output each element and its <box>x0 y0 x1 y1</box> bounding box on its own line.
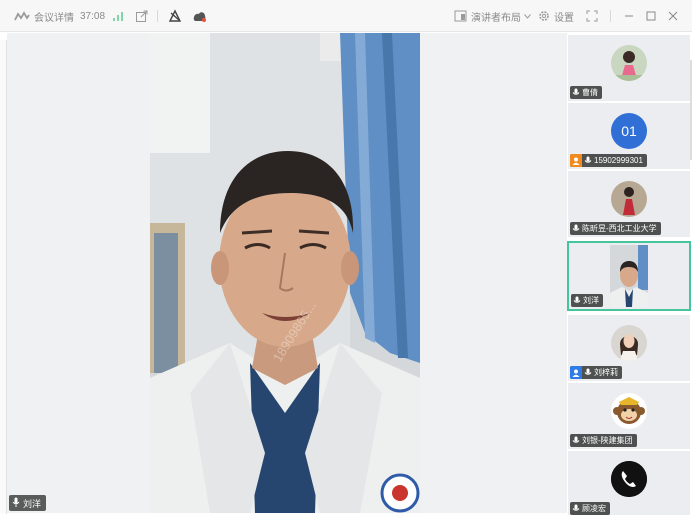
participant-avatar <box>611 393 647 429</box>
participant-panel: 曹倩 01 15902999301 陈昕昱-西北工业大学 刘洋 刘梓莉 刘银-陕… <box>567 33 692 515</box>
participant-label: 顾凌宏 <box>570 502 610 515</box>
participant-label: 曹倩 <box>570 86 602 99</box>
main-stage: 18909865... 刘洋 <box>7 33 567 513</box>
mic-muted-icon <box>570 222 582 235</box>
participant-tile[interactable]: 刘梓莉 <box>568 315 690 381</box>
left-edge-panel <box>0 40 7 514</box>
cohost-badge-icon <box>570 366 582 379</box>
participant-video-thumb <box>610 245 648 307</box>
participant-label: 15902999301 <box>570 154 647 167</box>
layout-selector[interactable]: 演讲者布局 <box>454 0 531 32</box>
phone-icon <box>611 461 647 497</box>
share-out-icon[interactable] <box>135 0 148 32</box>
participant-tile[interactable]: 陈昕昱-西北工业大学 <box>568 171 690 237</box>
close-icon[interactable] <box>668 0 678 32</box>
participant-tile-active[interactable]: 刘洋 <box>567 241 691 311</box>
fullscreen-icon[interactable] <box>586 0 598 32</box>
meeting-info-button[interactable]: 会议详情 <box>14 0 74 32</box>
mic-muted-icon <box>570 86 582 99</box>
maximize-icon[interactable] <box>646 0 656 32</box>
main-speaker-name: 刘洋 <box>23 498 42 509</box>
layout-icon <box>454 10 467 22</box>
participant-label: 刘银-陕建集团 <box>570 434 637 447</box>
chevron-down-icon <box>524 13 531 19</box>
mic-muted-icon <box>582 154 594 167</box>
network-signal-icon[interactable] <box>112 0 124 32</box>
participant-label: 陈昕昱-西北工业大学 <box>570 222 661 235</box>
participant-avatar <box>611 181 647 217</box>
participant-tile[interactable]: 曹倩 <box>568 35 690 101</box>
virtual-background-icon[interactable] <box>192 0 207 32</box>
beauty-filter-icon[interactable] <box>168 0 182 32</box>
mic-muted-icon <box>570 502 582 515</box>
mic-muted-icon <box>570 434 582 447</box>
signal-logo-icon <box>14 11 30 21</box>
participant-avatar <box>611 461 647 497</box>
main-speaker-name-tag: 刘洋 <box>9 495 47 511</box>
mic-icon <box>12 497 20 509</box>
participant-tile[interactable]: 顾凌宏 <box>568 451 690 515</box>
settings-button[interactable]: 设置 <box>538 0 574 32</box>
main-video-feed[interactable]: 18909865... <box>150 33 420 513</box>
meeting-timer: 37:08 <box>80 10 106 22</box>
gear-icon <box>538 10 550 22</box>
meeting-info-label: 会议详情 <box>34 12 74 24</box>
participant-avatar <box>611 45 647 81</box>
minimize-icon[interactable] <box>624 0 634 32</box>
participant-label: 刘洋 <box>571 294 603 307</box>
layout-label: 演讲者布局 <box>471 12 521 24</box>
speaker-video-frame: 18909865... <box>150 33 420 513</box>
settings-label: 设置 <box>554 12 574 24</box>
top-toolbar: 会议详情 37:08 演讲者布局 设置 <box>0 0 692 32</box>
host-badge-icon <box>570 154 582 167</box>
participant-tile[interactable]: 01 15902999301 <box>568 103 690 169</box>
participant-label: 刘梓莉 <box>570 366 622 379</box>
participant-tile[interactable]: 刘银-陕建集团 <box>568 383 690 449</box>
mic-muted-icon <box>582 366 594 379</box>
mic-muted-icon <box>571 294 583 307</box>
participant-avatar <box>611 325 647 361</box>
participant-avatar: 01 <box>611 113 647 149</box>
